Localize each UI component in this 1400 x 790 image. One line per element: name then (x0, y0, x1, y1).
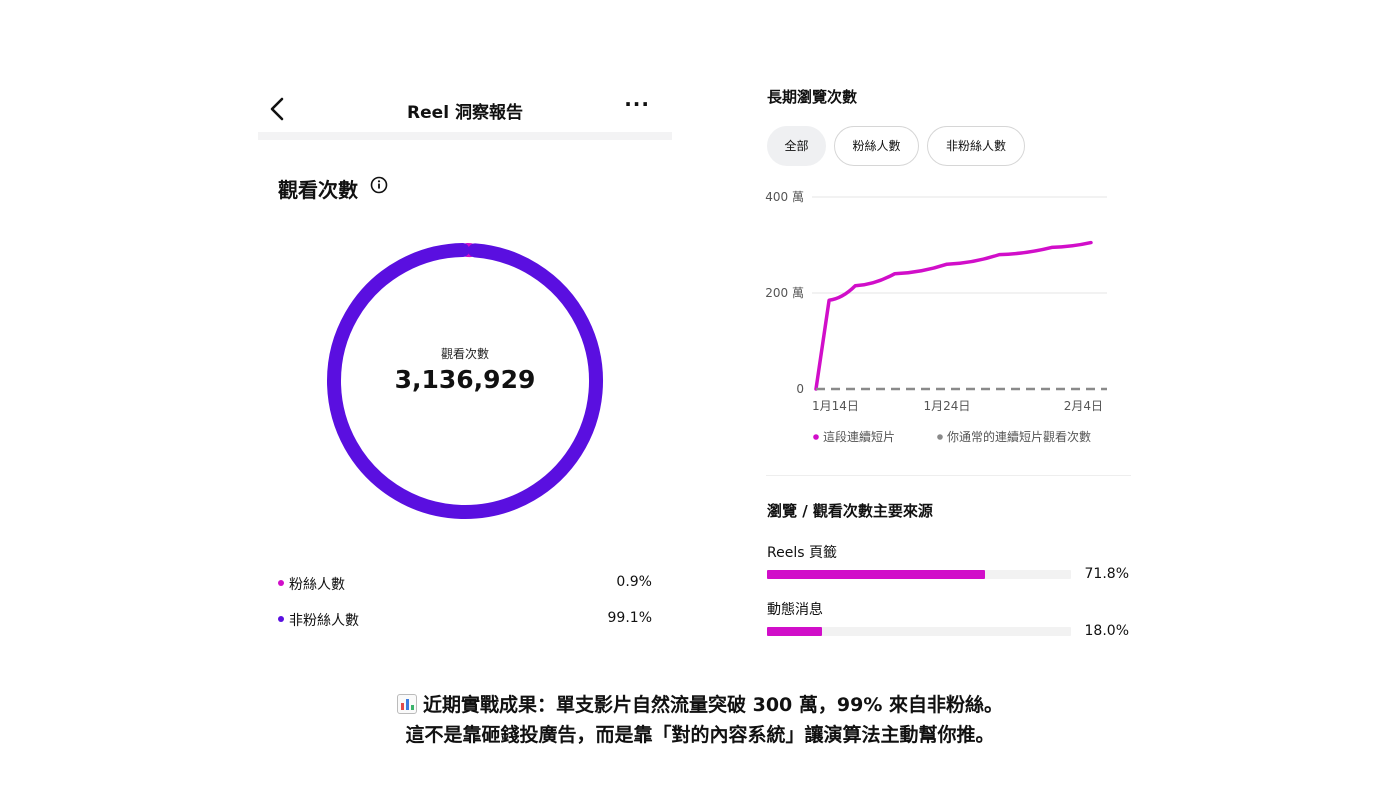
caption-line-2: 這不是靠砸錢投廣告，而是靠「對的內容系統」讓演算法主動幫你推。 (405, 724, 995, 746)
page-title: Reel 洞察報告 (407, 103, 523, 123)
top-bar: Reel 洞察報告 ··· (258, 88, 672, 132)
legend-dot-icon (813, 434, 819, 440)
legend-followers: 粉絲人數 0.9% (278, 574, 652, 594)
legend-non-followers-pct: 99.1% (607, 610, 652, 626)
header-divider (258, 132, 672, 140)
x-tick-label: 2月4日 (1064, 399, 1103, 413)
filter-followers-pill[interactable]: 粉絲人數 (834, 126, 919, 166)
series-line-this-reel (814, 240, 1093, 391)
legend-followers-pct: 0.9% (616, 574, 652, 590)
source-reels-tab-bar (767, 570, 1071, 579)
caption-line-1: 近期實戰成果：單支影片自然流量突破 300 萬，99% 來自非粉絲。 (0, 690, 1400, 720)
long-term-line-chart: 400 萬 200 萬 0 1月14日 1月24日 2月4日這段連續短片 你通常的連續短片觀… (765, 190, 1107, 444)
source-feed-pct: 18.0% (1084, 623, 1129, 639)
caption-text-1: 近期實戰成果：單支影片自然流量突破 300 萬，99% 來自非粉絲。 (423, 694, 1003, 716)
source-reels-tab-fill (767, 570, 986, 579)
x-tick-label: 1月24日 (923, 399, 970, 413)
legend-label: 你通常的連續短片觀看次數 (947, 429, 1091, 444)
legend-dot-icon (937, 434, 943, 440)
legend-followers-label: 粉絲人數 (289, 577, 345, 593)
non-followers-dot-icon (278, 616, 284, 622)
y-tick-label: 0 (796, 382, 804, 396)
caption: 近期實戰成果：單支影片自然流量突破 300 萬，99% 來自非粉絲。 這不是靠砸… (0, 690, 1400, 750)
section-divider (766, 475, 1131, 476)
source-feed-label: 動態消息 (767, 602, 823, 618)
legend-label: 這段連續短片 (823, 429, 895, 444)
y-tick-label: 200 萬 (765, 286, 804, 300)
info-icon[interactable] (370, 176, 388, 194)
source-reels-tab-pct: 71.8% (1084, 566, 1129, 582)
x-tick-label: 1月14日 (812, 399, 859, 413)
filter-non-followers-pill[interactable]: 非粉絲人數 (927, 126, 1025, 166)
donut-center-label: 觀看次數 (440, 347, 489, 361)
views-section-title: 觀看次數 (278, 178, 358, 202)
bar-chart-icon (397, 694, 417, 714)
y-tick-label: 400 萬 (765, 190, 804, 204)
reel-insights-panel: Reel 洞察報告 ··· 觀看次數 觀看次數 3,136,929 粉絲人數 0… (258, 88, 672, 648)
legend-non-followers-label: 非粉絲人數 (289, 613, 359, 629)
followers-dot-icon (278, 580, 284, 586)
long-term-title: 長期瀏覽次數 (767, 88, 858, 106)
filter-all-pill[interactable]: 全部 (767, 126, 826, 166)
source-feed-fill (767, 627, 822, 636)
sources-title: 瀏覽 / 觀看次數主要來源 (767, 502, 933, 520)
legend-non-followers: 非粉絲人數 99.1% (278, 610, 652, 630)
long-term-views-panel: 長期瀏覽次數 全部 粉絲人數 非粉絲人數 400 萬 200 萬 0 1月14日 1月2… (765, 80, 1136, 660)
source-feed-bar (767, 627, 1071, 636)
more-options-icon[interactable]: ··· (624, 92, 650, 116)
donut-center-value: 3,136,929 (394, 365, 536, 394)
source-reels-tab-label: Reels 頁籤 (767, 545, 837, 561)
